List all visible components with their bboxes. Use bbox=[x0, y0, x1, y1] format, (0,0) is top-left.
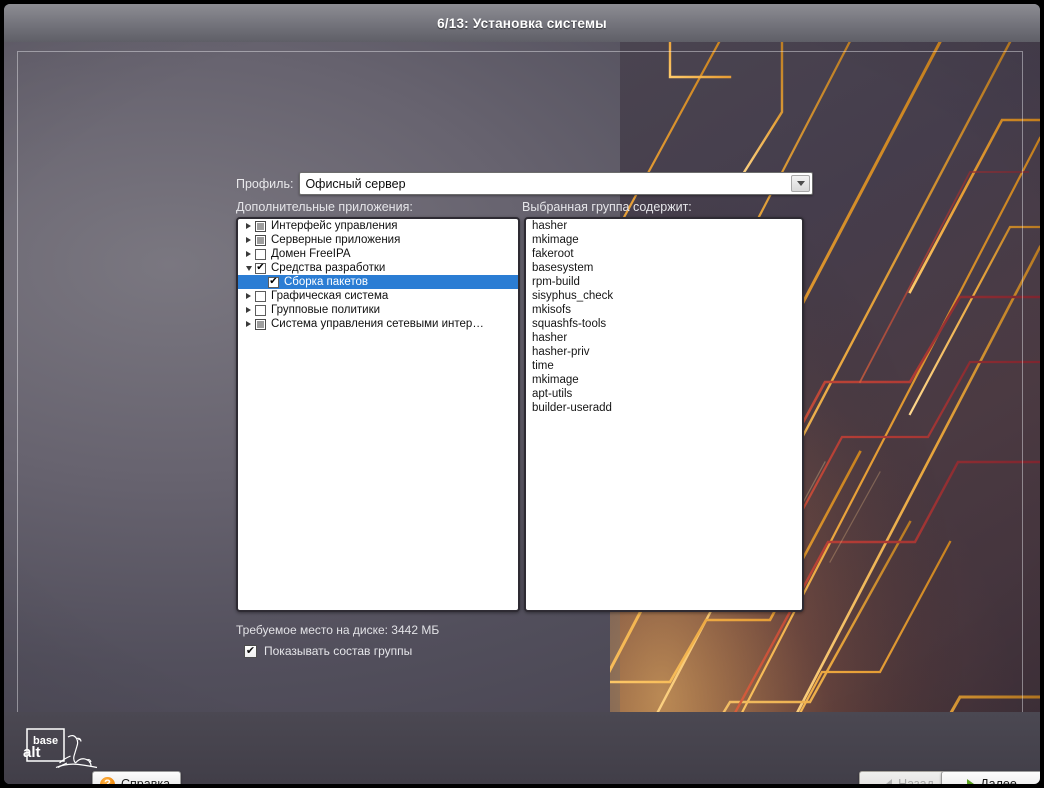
profile-label: Профиль: bbox=[236, 177, 293, 191]
group-contents-list[interactable]: hashermkimagefakerootbasesystemrpm-build… bbox=[524, 217, 804, 612]
chevron-down-icon[interactable] bbox=[242, 261, 255, 275]
profile-select[interactable]: Офисный сервер bbox=[299, 172, 813, 195]
basealt-logo: base alt bbox=[20, 726, 98, 772]
package-list-item: mkimage bbox=[526, 373, 802, 387]
tree-checkbox[interactable] bbox=[255, 305, 266, 316]
next-button-label: Далее bbox=[980, 777, 1017, 784]
tree-checkbox[interactable]: ✔ bbox=[255, 263, 266, 274]
package-list-item: fakeroot bbox=[526, 247, 802, 261]
installer-window: 6/13: Установка системы bbox=[0, 0, 1044, 788]
show-group-contents-checkbox[interactable]: ✔ Показывать состав группы bbox=[244, 644, 412, 658]
chevron-down-icon[interactable] bbox=[791, 175, 810, 192]
tree-row[interactable]: Графическая система bbox=[238, 289, 518, 303]
tree-checkbox[interactable] bbox=[255, 319, 266, 330]
package-list-item: squashfs-tools bbox=[526, 317, 802, 331]
svg-text:alt: alt bbox=[23, 744, 41, 761]
tree-row-label: Групповые политики bbox=[271, 304, 380, 316]
tree-row[interactable]: Домен FreeIPA bbox=[238, 247, 518, 261]
chevron-right-icon[interactable] bbox=[242, 317, 255, 331]
chevron-right-icon[interactable] bbox=[242, 303, 255, 317]
package-selection-form: Профиль: Офисный сервер Дополнительные п… bbox=[236, 134, 808, 624]
play-right-icon bbox=[967, 779, 974, 784]
package-list-item: sisyphus_check bbox=[526, 289, 802, 303]
window-title: 6/13: Установка системы bbox=[437, 16, 607, 31]
package-list-item: time bbox=[526, 359, 802, 373]
tree-checkbox[interactable] bbox=[255, 249, 266, 260]
tree-row[interactable]: ✔ Сборка пакетов bbox=[238, 275, 518, 289]
content-area: Профиль: Офисный сервер Дополнительные п… bbox=[4, 42, 1040, 784]
tree-rows-container: Интерфейс управления Серверные приложения… bbox=[238, 219, 518, 331]
chevron-right-icon[interactable] bbox=[242, 247, 255, 261]
tree-checkbox[interactable] bbox=[255, 291, 266, 302]
tree-row-label: Домен FreeIPA bbox=[271, 248, 351, 260]
titlebar: 6/13: Установка системы bbox=[4, 4, 1040, 42]
tree-row[interactable]: Система управления сетевыми интер… bbox=[238, 317, 518, 331]
selected-group-label: Выбранная группа содержит: bbox=[522, 200, 692, 214]
tree-checkbox[interactable] bbox=[255, 221, 266, 232]
show-group-contents-label: Показывать состав группы bbox=[264, 644, 412, 658]
package-list-item: apt-utils bbox=[526, 387, 802, 401]
tree-row[interactable]: Серверные приложения bbox=[238, 233, 518, 247]
tree-row-label: Средства разработки bbox=[271, 262, 385, 274]
package-list-item: rpm-build bbox=[526, 275, 802, 289]
tree-row-label: Серверные приложения bbox=[271, 234, 400, 246]
package-list-item: hasher-priv bbox=[526, 345, 802, 359]
tree-checkbox[interactable]: ✔ bbox=[268, 277, 279, 288]
window-frame: 6/13: Установка системы bbox=[4, 4, 1040, 784]
package-list-item: basesystem bbox=[526, 261, 802, 275]
package-list-item: hasher bbox=[526, 219, 802, 233]
tree-row-label: Интерфейс управления bbox=[271, 220, 398, 232]
chevron-left-icon bbox=[886, 779, 892, 784]
applications-tree[interactable]: Интерфейс управления Серверные приложения… bbox=[236, 217, 520, 612]
package-rows-container: hashermkimagefakerootbasesystemrpm-build… bbox=[526, 219, 802, 415]
help-button-label: Справка bbox=[121, 777, 170, 784]
profile-selected-value: Офисный сервер bbox=[300, 177, 405, 191]
package-list-item: mkisofs bbox=[526, 303, 802, 317]
chevron-right-icon[interactable] bbox=[242, 289, 255, 303]
help-button[interactable]: ? Справка bbox=[92, 771, 181, 784]
chevron-right-icon[interactable] bbox=[242, 233, 255, 247]
chevron-right-icon[interactable] bbox=[242, 219, 255, 233]
next-button[interactable]: Далее bbox=[941, 771, 1040, 784]
profile-row: Профиль: Офисный сервер bbox=[236, 172, 813, 195]
tree-row[interactable]: ✔ Средства разработки bbox=[238, 261, 518, 275]
question-mark-icon: ? bbox=[100, 777, 115, 785]
tree-row[interactable]: Интерфейс управления bbox=[238, 219, 518, 233]
tree-checkbox[interactable] bbox=[255, 235, 266, 246]
tree-row-label: Графическая система bbox=[271, 290, 388, 302]
additional-apps-label: Дополнительные приложения: bbox=[236, 200, 413, 214]
tree-row-label: Система управления сетевыми интер… bbox=[271, 318, 484, 330]
package-list-item: hasher bbox=[526, 331, 802, 345]
tree-row-label: Сборка пакетов bbox=[284, 276, 368, 288]
tree-row[interactable]: Групповые политики bbox=[238, 303, 518, 317]
disk-space-requirement: Требуемое место на диске: 3442 МБ bbox=[236, 623, 439, 637]
checkbox-mark: ✔ bbox=[244, 645, 257, 658]
back-button-label: Назад bbox=[898, 777, 934, 784]
package-list-item: mkimage bbox=[526, 233, 802, 247]
package-list-item: builder-useradd bbox=[526, 401, 802, 415]
